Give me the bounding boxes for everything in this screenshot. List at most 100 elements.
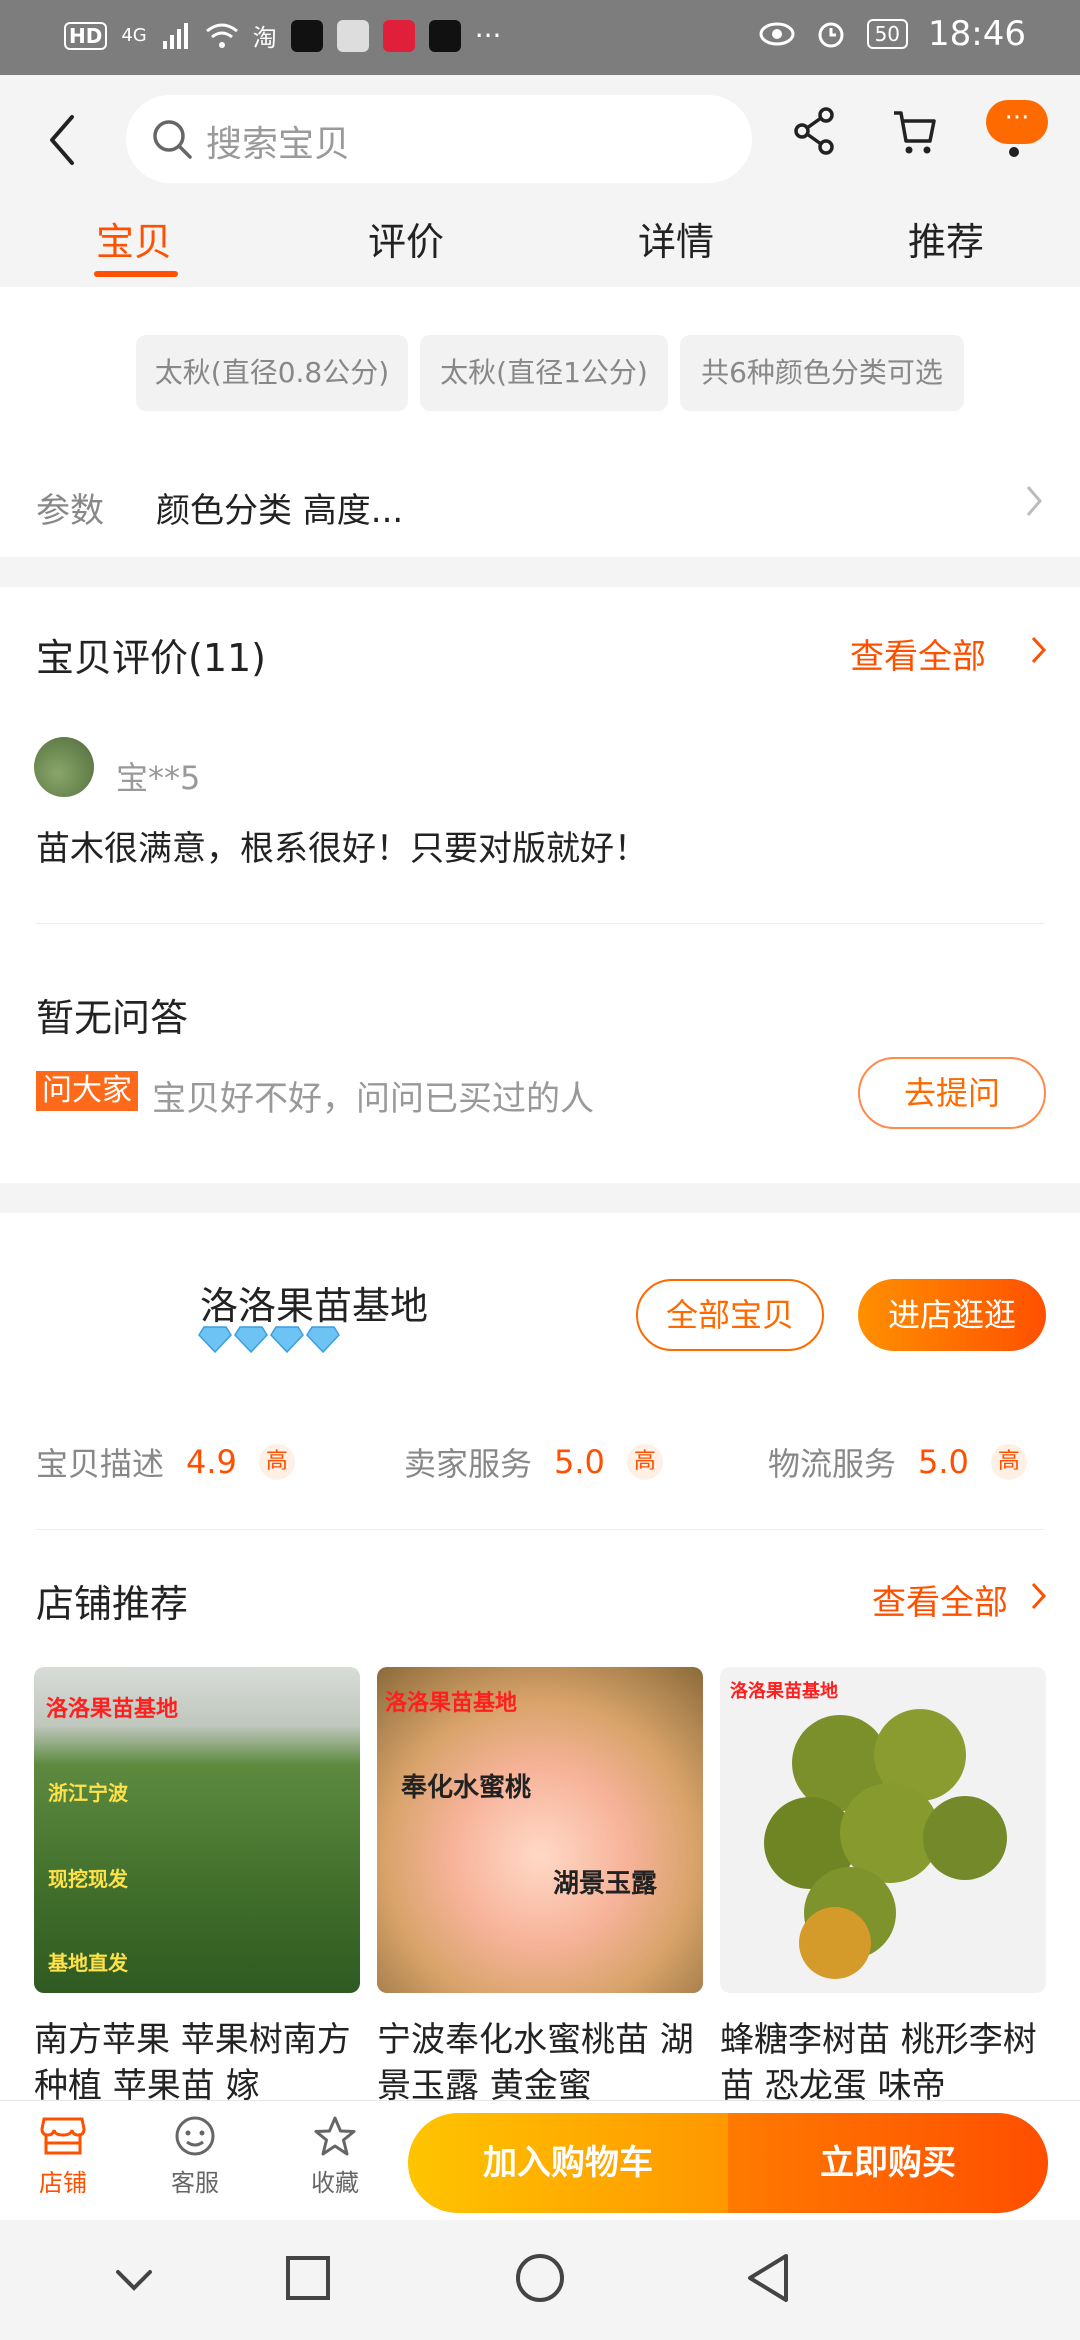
score-level-badge: 高 [258, 1444, 295, 1480]
buy-now-button[interactable]: 立即购买 [728, 2113, 1048, 2213]
wifi-icon [205, 23, 238, 48]
options-card: 太秋(直径0.8公分) 太秋(直径1公分) 共6种颜色分类可选 参数 颜色分类 … [0, 287, 1080, 557]
product-title[interactable]: 南方苹果 苹果树南方种植 苹果苗 嫁 [34, 2017, 360, 2109]
diamond-icon [270, 1326, 304, 1353]
back-nav-icon[interactable] [744, 2252, 792, 2304]
status-bar: HD 4G 淘 ··· 50 18:46 [0, 0, 1080, 75]
reviews-title: 宝贝评价(11) [36, 636, 267, 680]
ask-question-button[interactable]: 去提问 [858, 1057, 1046, 1129]
back-arrow-icon[interactable] [40, 105, 90, 175]
huawei-icon [336, 19, 369, 52]
customer-service-button[interactable]: 客服 [150, 2115, 240, 2198]
all-items-button[interactable]: 全部宝贝 [636, 1279, 824, 1351]
cart-icon[interactable] [890, 103, 938, 159]
tab-details[interactable]: 详情 [576, 211, 776, 266]
shop-rating [198, 1325, 340, 1353]
chevron-right-icon[interactable] [1030, 1581, 1048, 1611]
chevron-down-icon[interactable] [112, 2260, 156, 2300]
diamond-icon [234, 1326, 268, 1353]
image-caption: 浙江宁波 [48, 1781, 128, 1805]
reviewer-avatar [34, 737, 94, 797]
search-input[interactable]: 搜索宝贝 [126, 95, 752, 183]
product-title[interactable]: 蜂糖李树苗 桃形李树苗 恐龙蛋 味帝 [720, 2017, 1046, 2109]
option-pill[interactable]: 太秋(直径0.8公分) [136, 335, 408, 411]
chevron-right-icon[interactable] [1024, 483, 1044, 519]
signal-icon [162, 22, 188, 49]
pinduoduo-icon [382, 19, 415, 52]
home-icon[interactable] [514, 2252, 566, 2304]
image-caption: 基地直发 [48, 1951, 128, 1975]
tab-recommend[interactable]: 推荐 [846, 211, 1046, 266]
diamond-icon [306, 1326, 340, 1353]
image-caption: 现挖现发 [48, 1867, 128, 1891]
clock: 18:46 [928, 14, 1026, 54]
score-value: 5.0 [918, 1443, 969, 1481]
system-nav-bar [0, 2220, 1080, 2340]
add-to-cart-button[interactable]: 加入购物车 [408, 2113, 728, 2213]
image-watermark: 洛洛果苗基地 [46, 1697, 179, 1722]
reviewer-name: 宝**5 [116, 759, 201, 797]
product-carousel: 洛洛果苗基地 浙江宁波 现挖现发 基地直发 南方苹果 苹果树南方种植 苹果苗 嫁… [0, 1667, 1080, 2106]
score-value: 4.9 [186, 1443, 237, 1481]
reviews-view-all[interactable]: 查看全部 [850, 629, 986, 678]
alarm-icon [818, 22, 844, 48]
product-image[interactable]: 洛洛果苗基地 奉化水蜜桃 湖景玉露 [377, 1667, 703, 1993]
star-icon [314, 2116, 356, 2156]
enter-shop-button[interactable]: 进店逛逛 [858, 1279, 1046, 1351]
product-card[interactable]: 洛洛果苗基地 奉化水蜜桃 湖景玉露 宁波奉化水蜜桃苗 湖景玉露 黄金蜜 [377, 1667, 703, 2109]
image-caption: 湖景玉露 [553, 1869, 658, 1899]
network-label: 4G [121, 25, 147, 46]
active-tab-indicator [94, 271, 178, 277]
ask-prompt: 宝贝好不好，问问已买过的人 [152, 1079, 594, 1119]
tiktok-icon [428, 19, 461, 52]
eye-icon [759, 22, 795, 46]
qa-title: 暂无问答 [36, 996, 189, 1040]
reviews-card: 宝贝评价(11) 查看全部 宝**5 苗木很满意，根系很好！只要对版就好！ 暂无… [0, 587, 1080, 1183]
score-level-badge: 高 [626, 1444, 663, 1480]
review-text[interactable]: 苗木很满意，根系很好！只要对版就好！ [36, 821, 648, 870]
score-label: 物流服务 [768, 1445, 897, 1483]
favorite-label: 收藏 [311, 2169, 359, 2197]
search-icon [153, 120, 192, 159]
shop-tab-button[interactable]: 店铺 [18, 2115, 108, 2198]
image-caption: 奉化水蜜桃 [401, 1773, 532, 1803]
plum-fruit-illustration [764, 1709, 1007, 1979]
recommend-title: 店铺推荐 [36, 1582, 189, 1626]
product-title[interactable]: 宁波奉化水蜜桃苗 湖景玉露 黄金蜜 [377, 2017, 703, 2109]
product-image[interactable]: 洛洛果苗基地 [720, 1667, 1046, 1993]
bottom-action-bar: 店铺 客服 收藏 加入购物车 立即购买 [0, 2100, 1080, 2220]
product-image[interactable]: 洛洛果苗基地 浙江宁波 现挖现发 基地直发 [34, 1667, 360, 1993]
score-description: 宝贝描述 4.9 高 [36, 1439, 295, 1485]
divider [36, 1529, 1044, 1530]
chevron-right-icon[interactable] [1030, 635, 1048, 665]
params-value[interactable]: 颜色分类 高度... [156, 483, 403, 532]
product-card[interactable]: 洛洛果苗基地 蜂糖李树苗 桃形李树苗 恐龙蛋 味帝 [720, 1667, 1046, 2109]
tab-baobei[interactable]: 宝贝 [34, 211, 234, 266]
top-header: 搜索宝贝 ··· 宝贝 评价 详情 推荐 [0, 75, 1080, 287]
score-logistics: 物流服务 5.0 高 [768, 1439, 1027, 1485]
product-card[interactable]: 洛洛果苗基地 浙江宁波 现挖现发 基地直发 南方苹果 苹果树南方种植 苹果苗 嫁 [34, 1667, 360, 2109]
recommend-view-all[interactable]: 查看全部 [872, 1575, 1008, 1624]
option-pill[interactable]: 共6种颜色分类可选 [680, 335, 964, 411]
more-dots-icon: ··· [474, 19, 502, 52]
notification-dot [1009, 147, 1019, 157]
hd-label: HD [64, 21, 108, 50]
option-pill[interactable]: 太秋(直径1公分) [420, 335, 668, 411]
share-icon[interactable] [790, 103, 838, 159]
recent-apps-icon[interactable] [284, 2254, 332, 2302]
score-value: 5.0 [554, 1443, 605, 1481]
service-label: 客服 [171, 2169, 219, 2197]
score-label: 宝贝描述 [36, 1445, 165, 1483]
taobao-icon: 淘 [252, 24, 277, 52]
image-watermark: 洛洛果苗基地 [730, 1681, 838, 1702]
shop-card: 洛洛果苗基地 全部宝贝 进店逛逛 宝贝描述 4.9 高 卖家服务 5.0 高 物… [0, 1213, 1080, 2106]
image-watermark: 洛洛果苗基地 [385, 1691, 518, 1716]
favorite-button[interactable]: 收藏 [290, 2115, 380, 2198]
more-menu-button[interactable]: ··· [986, 100, 1048, 144]
tab-reviews[interactable]: 评价 [306, 211, 506, 266]
ask-tag: 问大家 [36, 1071, 138, 1111]
shop-name[interactable]: 洛洛果苗基地 [200, 1275, 428, 1330]
shop-tab-label: 店铺 [39, 2169, 87, 2197]
service-chat-icon [175, 2116, 215, 2156]
tab-bar: 宝贝 评价 详情 推荐 [0, 195, 1080, 287]
